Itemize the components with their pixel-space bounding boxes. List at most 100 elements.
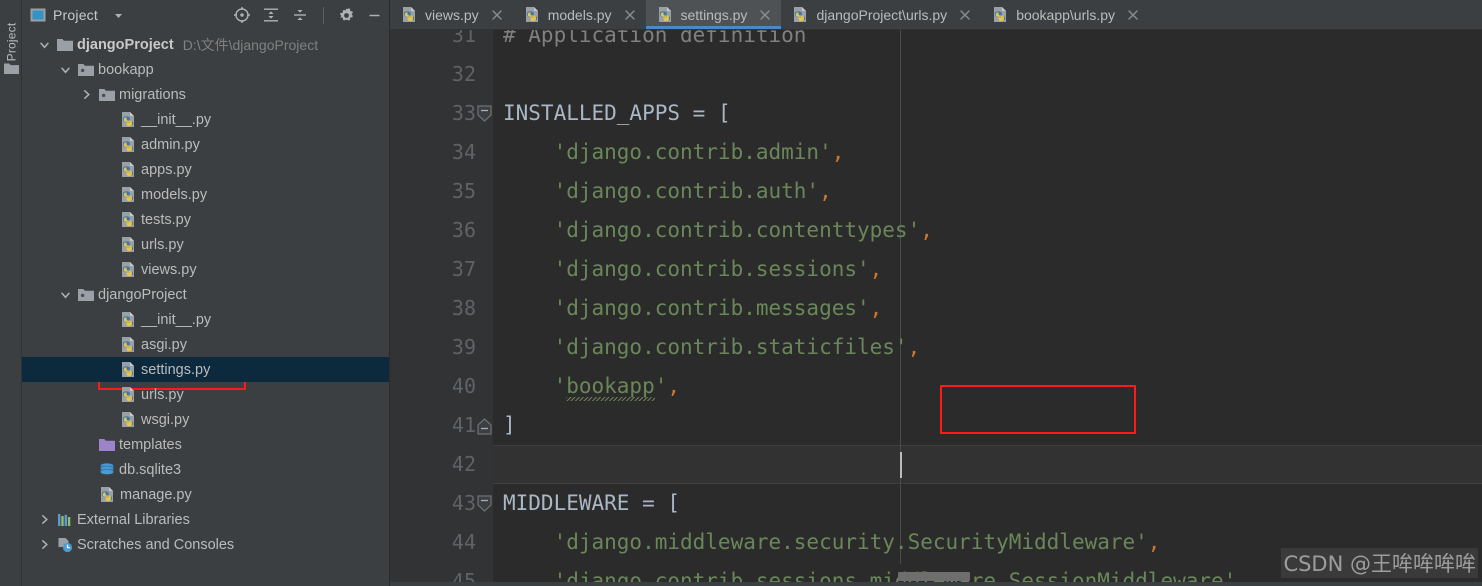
module-folder-icon bbox=[78, 287, 94, 303]
close-icon[interactable] bbox=[623, 8, 637, 22]
fold-marker[interactable] bbox=[476, 406, 493, 445]
code-text: INSTALLED_APPS = [ bbox=[493, 94, 731, 133]
code-text: ] bbox=[493, 406, 516, 445]
project-panel-icon bbox=[30, 7, 46, 23]
tree-item-external-libraries[interactable]: External Libraries bbox=[22, 507, 389, 532]
code-line-37: 37 'django.contrib.sessions', bbox=[390, 250, 1482, 289]
python-file-icon bbox=[120, 336, 137, 353]
tree-item-bookapp[interactable]: bookapp bbox=[22, 57, 389, 82]
tree-item-views-py[interactable]: views.py bbox=[22, 257, 389, 282]
fold-marker[interactable] bbox=[476, 30, 493, 55]
tree-item-label: manage.py bbox=[120, 486, 192, 503]
tree-item-__init__-py[interactable]: __init__.py bbox=[22, 307, 389, 332]
chevron-right-icon[interactable] bbox=[38, 513, 51, 526]
fold-marker[interactable] bbox=[476, 445, 493, 484]
code-token: ] bbox=[503, 413, 516, 437]
chevron-right-icon[interactable] bbox=[38, 538, 51, 551]
close-icon[interactable] bbox=[758, 8, 772, 22]
close-icon[interactable] bbox=[490, 8, 504, 22]
tree-item-scratches-and-consoles[interactable]: Scratches and Consoles bbox=[22, 532, 389, 557]
tree-item-migrations[interactable]: migrations bbox=[22, 82, 389, 107]
folder-icon bbox=[57, 37, 73, 53]
chevron-right-icon[interactable] bbox=[80, 88, 93, 101]
editor-tab-models-py[interactable]: models.py bbox=[513, 0, 646, 29]
tree-item-settings-py[interactable]: settings.py bbox=[22, 357, 389, 382]
fold-marker[interactable] bbox=[476, 94, 493, 133]
database-icon bbox=[99, 462, 115, 478]
horizontal-scrollbar[interactable] bbox=[898, 572, 970, 581]
code-editor[interactable]: 31 # Application definition 32 33 INSTALLED_… bbox=[390, 30, 1482, 586]
collapse-all-icon[interactable] bbox=[291, 6, 309, 24]
tree-item-label: views.py bbox=[141, 261, 197, 278]
line-number: 41 bbox=[451, 413, 476, 437]
tree-arrow-placeholder bbox=[101, 113, 114, 126]
code-token: 'django.contrib.messages' bbox=[503, 296, 870, 320]
close-icon[interactable] bbox=[958, 8, 972, 22]
fold-marker[interactable] bbox=[476, 484, 493, 523]
fold-marker[interactable] bbox=[476, 367, 493, 406]
minimize-icon[interactable] bbox=[366, 7, 383, 24]
tree-item-urls-py[interactable]: urls.py bbox=[22, 232, 389, 257]
editor-tab-label: bookapp\urls.py bbox=[1016, 6, 1116, 23]
line-number: 43 bbox=[451, 491, 476, 515]
editor-tab-views-py[interactable]: views.py bbox=[390, 0, 513, 29]
fold-marker[interactable] bbox=[476, 133, 493, 172]
tree-item-templates[interactable]: templates bbox=[22, 432, 389, 457]
code-lines: 31 # Application definition 32 33 INSTALLED_… bbox=[390, 30, 1482, 586]
tree-item-manage-py[interactable]: manage.py bbox=[22, 482, 389, 507]
tree-item-asgi-py[interactable]: asgi.py bbox=[22, 332, 389, 357]
editor-tab-label: models.py bbox=[547, 6, 612, 23]
code-line-31: 31 # Application definition bbox=[390, 30, 1482, 55]
code-token: ' bbox=[654, 374, 668, 398]
python-file-icon bbox=[120, 161, 137, 178]
fold-marker[interactable] bbox=[476, 328, 493, 367]
fold-marker[interactable] bbox=[476, 211, 493, 250]
chevron-down-icon[interactable] bbox=[59, 63, 72, 76]
tree-item-djangoproject[interactable]: djangoProject bbox=[22, 282, 389, 307]
chevron-down-icon[interactable] bbox=[59, 288, 72, 301]
locate-icon[interactable] bbox=[233, 6, 251, 24]
project-file-tree[interactable]: djangoProject D:\文件\djangoProject bookapp m… bbox=[22, 30, 389, 586]
code-line-42: 42 bbox=[390, 445, 1482, 484]
fold-marker[interactable] bbox=[476, 172, 493, 211]
tree-item-admin-py[interactable]: admin.py bbox=[22, 132, 389, 157]
tree-item-__init__-py[interactable]: __init__.py bbox=[22, 107, 389, 132]
expand-all-icon[interactable] bbox=[262, 6, 280, 24]
tree-item-models-py[interactable]: models.py bbox=[22, 182, 389, 207]
tree-item-wsgi-py[interactable]: wsgi.py bbox=[22, 407, 389, 432]
templates-folder-icon bbox=[99, 437, 115, 453]
tree-item-urls-py[interactable]: urls.py bbox=[22, 382, 389, 407]
code-token: , bbox=[819, 179, 832, 203]
tree-item-label: __init__.py bbox=[141, 311, 212, 328]
tree-item-tests-py[interactable]: tests.py bbox=[22, 207, 389, 232]
close-icon[interactable] bbox=[1126, 8, 1140, 22]
chevron-down-icon[interactable] bbox=[112, 9, 125, 22]
tree-item-label: bookapp bbox=[98, 61, 154, 78]
fold-marker[interactable] bbox=[476, 55, 493, 94]
code-token: [ bbox=[717, 101, 731, 125]
editor-tab-bookapp-urls-py[interactable]: bookapp\urls.py bbox=[981, 0, 1149, 29]
tree-arrow-placeholder bbox=[101, 263, 114, 276]
tree-item-label: wsgi.py bbox=[141, 411, 190, 428]
chevron-down-icon[interactable] bbox=[38, 38, 51, 51]
python-file-icon bbox=[120, 236, 137, 253]
tree-item-apps-py[interactable]: apps.py bbox=[22, 157, 389, 182]
watermark: CSDN @王哞哞哞哞 bbox=[1281, 548, 1478, 578]
python-file-icon bbox=[99, 486, 116, 503]
tree-item-djangoproject[interactable]: djangoProject D:\文件\djangoProject bbox=[22, 32, 389, 57]
editor-tab-settings-py[interactable]: settings.py bbox=[645, 0, 782, 29]
code-token: 'django.contrib.auth' bbox=[503, 179, 820, 203]
editor-tab-bar[interactable]: views.py models.py settings.py djangoProjec… bbox=[390, 0, 1482, 30]
tree-item-label: admin.py bbox=[141, 136, 200, 153]
tree-item-db-sqlite3[interactable]: db.sqlite3 bbox=[22, 457, 389, 482]
line-number: 37 bbox=[451, 257, 476, 281]
editor-tab-djangoproject-urls-py[interactable]: djangoProject\urls.py bbox=[781, 0, 981, 29]
code-token: = bbox=[629, 491, 668, 515]
gear-icon[interactable] bbox=[338, 7, 355, 24]
code-text: 'django.contrib.sessions', bbox=[493, 250, 883, 289]
fold-marker[interactable] bbox=[476, 289, 493, 328]
code-token: 'django.contrib.contenttypes' bbox=[503, 218, 921, 242]
module-folder-icon bbox=[99, 87, 115, 103]
fold-marker[interactable] bbox=[476, 523, 493, 562]
fold-marker[interactable] bbox=[476, 250, 493, 289]
